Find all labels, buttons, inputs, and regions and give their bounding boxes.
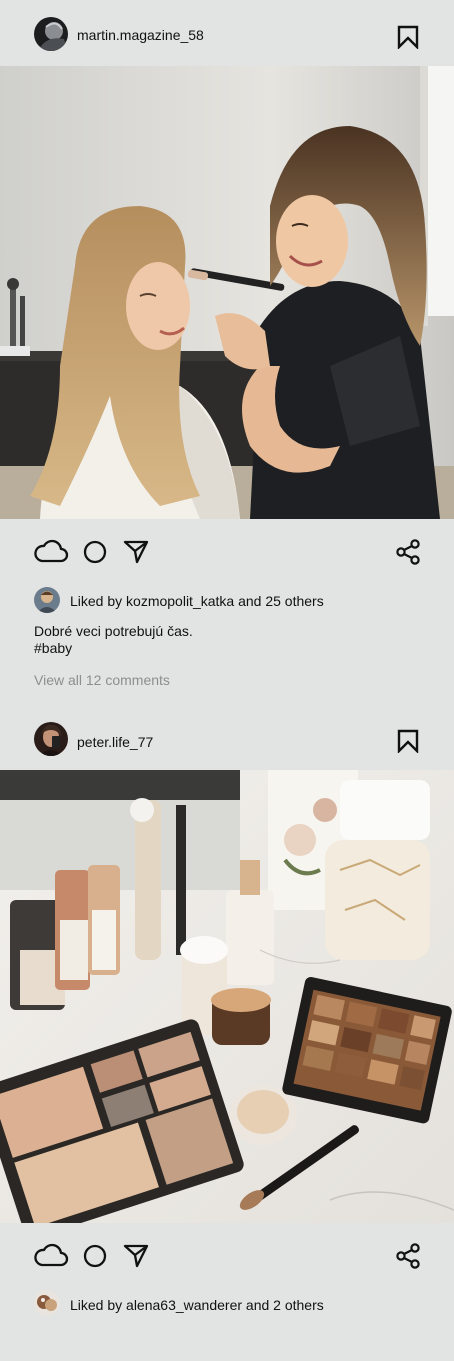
action-bar: [0, 537, 454, 567]
caption: Dobré veci potrebujú čas. #baby: [34, 623, 193, 657]
post-header: peter.life_77: [0, 703, 454, 771]
bookmark-icon[interactable]: [397, 25, 419, 50]
caption-hashtag[interactable]: #baby: [34, 640, 193, 657]
liker-avatar[interactable]: [34, 587, 60, 613]
paper-plane-icon[interactable]: [123, 1244, 149, 1273]
cloud-like-icon[interactable]: [33, 537, 69, 570]
share-nodes-icon[interactable]: [396, 539, 420, 570]
avatar[interactable]: [34, 722, 68, 756]
bookmark-icon[interactable]: [397, 729, 419, 754]
post-1: martin.magazine_58 Liked by kozmopolit_k…: [0, 0, 454, 700]
post-image[interactable]: [0, 66, 454, 519]
share-nodes-icon[interactable]: [396, 1243, 420, 1274]
circle-comment-icon[interactable]: [83, 1244, 107, 1273]
circle-comment-icon[interactable]: [83, 540, 107, 569]
username[interactable]: martin.magazine_58: [77, 27, 204, 43]
username[interactable]: peter.life_77: [77, 734, 153, 750]
action-bar: [0, 1241, 454, 1271]
post-image[interactable]: [0, 770, 454, 1223]
likes-text[interactable]: Liked by alena63_wanderer and 2 others: [70, 1297, 324, 1313]
post-2: peter.life_77 Liked by alena63_wanderer …: [0, 703, 454, 1361]
avatar[interactable]: [34, 17, 68, 51]
paper-plane-icon[interactable]: [123, 540, 149, 569]
caption-text: Dobré veci potrebujú čas.: [34, 623, 193, 639]
likes-text[interactable]: Liked by kozmopolit_katka and 25 others: [70, 593, 324, 609]
liker-avatar[interactable]: [34, 1290, 60, 1316]
view-comments-link[interactable]: View all 12 comments: [34, 672, 170, 688]
cloud-like-icon[interactable]: [33, 1241, 69, 1274]
post-header: martin.magazine_58: [0, 0, 454, 68]
